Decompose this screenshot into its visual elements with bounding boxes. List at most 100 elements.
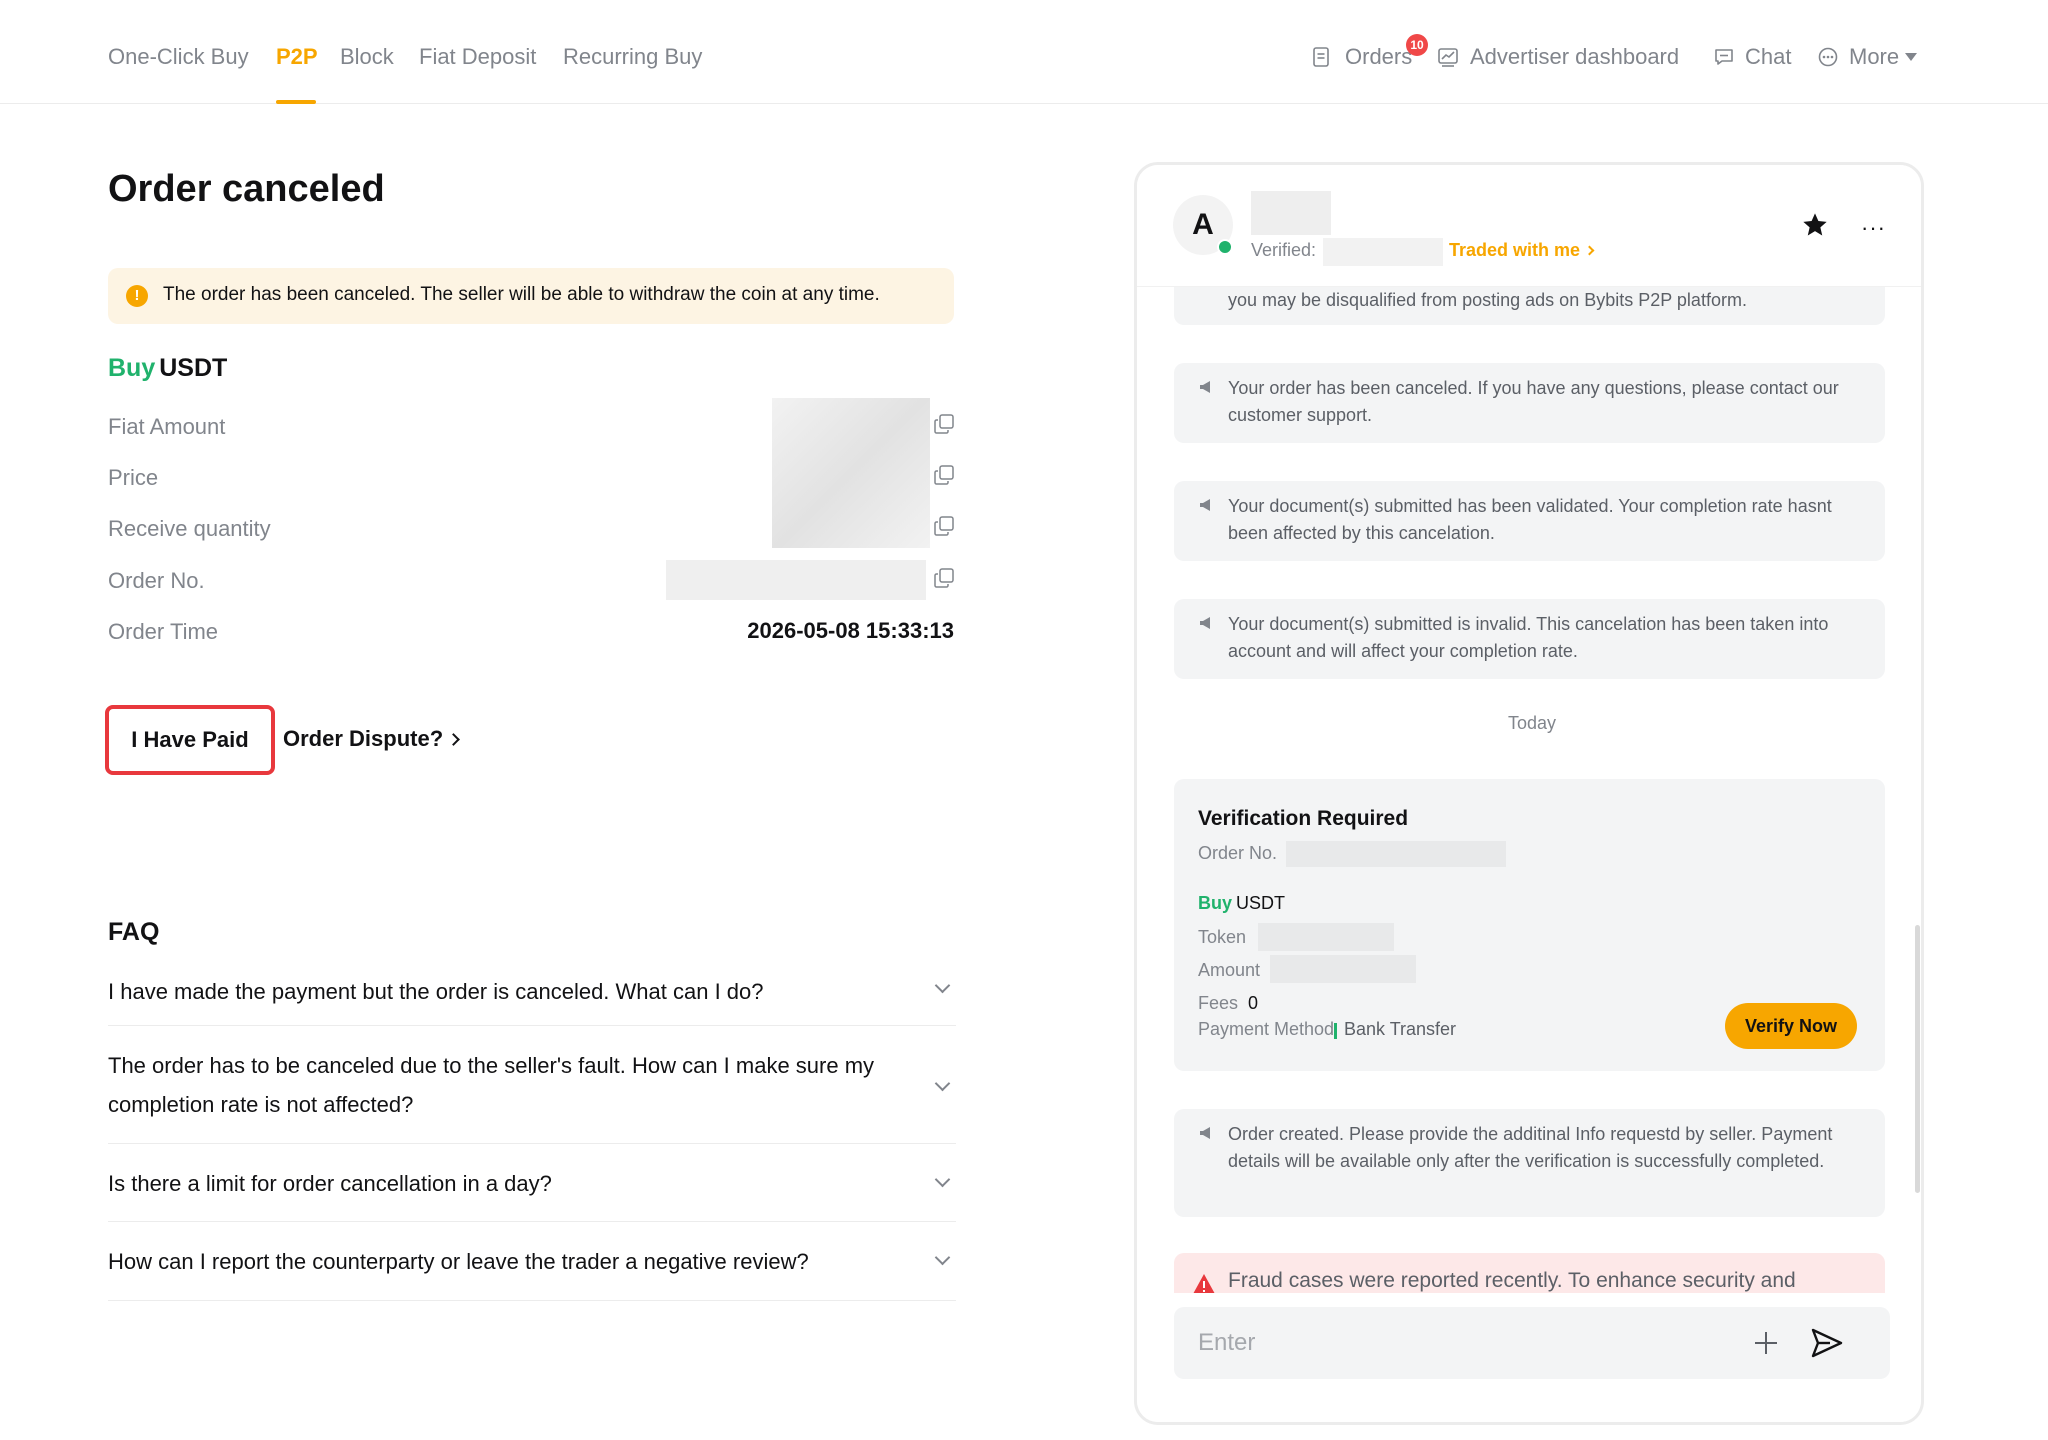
system-message: Your order has been canceled. If you hav… [1174, 363, 1885, 443]
copy-price-icon[interactable] [934, 465, 954, 485]
traded-with-me-link[interactable]: Traded with me [1449, 240, 1595, 261]
warning-triangle-icon [1193, 1274, 1215, 1294]
order-dispute-link[interactable]: Order Dispute? [283, 726, 461, 752]
page-title: Order canceled [108, 168, 385, 210]
redacted-card-order-no [1286, 841, 1506, 867]
order-dispute-label: Order Dispute? [283, 726, 444, 751]
tab-one-click-buy[interactable]: One-Click Buy [108, 44, 249, 70]
cancel-alert: ! The order has been canceled. The selle… [108, 268, 954, 324]
card-payment-method-label: Payment Method [1198, 1019, 1335, 1039]
copy-order-no-icon[interactable] [934, 568, 954, 588]
chat-panel: you may be disqualified from posting ads… [1134, 162, 1924, 1425]
card-fees-label: Fees [1198, 993, 1239, 1013]
orders-badge: 10 [1406, 34, 1428, 56]
fiat-amount-label: Fiat Amount [108, 414, 226, 439]
redacted-counterparty-name [1251, 191, 1331, 235]
chevron-right-icon [447, 733, 461, 746]
system-message-text: Your document(s) submitted has been vali… [1228, 496, 1832, 543]
redacted-order-no [666, 560, 926, 600]
order-side-heading: Buy USDT [108, 354, 227, 383]
order-time-label: Order Time [108, 619, 219, 644]
orders-link[interactable]: Orders [1345, 44, 1412, 70]
card-amount-label: Amount [1198, 960, 1261, 980]
tab-fiat-deposit[interactable]: Fiat Deposit [419, 44, 536, 70]
fraud-warning-text: Fraud cases were reported recently. To e… [1228, 1269, 1796, 1292]
redacted-card-amount [1270, 955, 1416, 983]
orders-icon [1313, 47, 1331, 67]
faq-question: The order has to be canceled due to the … [108, 1053, 875, 1117]
card-token-label: Token [1198, 927, 1247, 947]
faq-question: I have made the payment but the order is… [108, 979, 764, 1004]
online-status-dot [1217, 239, 1233, 255]
more-menu[interactable]: More [1849, 44, 1918, 70]
advertiser-dashboard-icon [1438, 47, 1458, 67]
system-message: Your document(s) submitted has been vali… [1174, 481, 1885, 561]
verify-now-button[interactable]: Verify Now [1725, 1003, 1857, 1049]
card-order-no-label: Order No. [1198, 843, 1278, 863]
chevron-down-icon [934, 1171, 951, 1188]
faq-item[interactable]: How can I report the counterparty or lea… [108, 1222, 956, 1301]
system-message-text: you may be disqualified from posting ads… [1228, 290, 1747, 310]
copy-receive-quantity-icon[interactable] [934, 516, 954, 536]
chat-icon [1714, 47, 1734, 67]
chevron-down-icon [934, 1249, 951, 1266]
order-no-label: Order No. [108, 568, 205, 593]
tab-block[interactable]: Block [340, 44, 394, 70]
warning-icon: ! [126, 285, 148, 307]
more-options-icon[interactable]: ··· [1861, 215, 1886, 241]
caret-down-icon [1905, 53, 1918, 61]
payment-method-marker [1334, 1023, 1337, 1039]
announcement-icon [1200, 381, 1210, 393]
i-have-paid-button[interactable]: I Have Paid [105, 705, 275, 775]
tab-recurring-buy[interactable]: Recurring Buy [563, 44, 702, 70]
chat-message-input[interactable] [1198, 1323, 1698, 1363]
system-message-text: Your order has been canceled. If you hav… [1228, 378, 1839, 425]
chat-header: A Verified: Traded with me ··· [1137, 165, 1921, 287]
faq-item[interactable]: Is there a limit for order cancellation … [108, 1144, 956, 1222]
chat-scrollbar[interactable] [1915, 925, 1920, 1193]
card-order-side: Buy USDT [1198, 893, 1285, 914]
order-asset: USDT [159, 354, 228, 382]
star-icon[interactable] [1801, 211, 1829, 239]
plus-icon[interactable] [1752, 1329, 1780, 1357]
chevron-down-icon [934, 977, 951, 994]
date-separator: Today [1507, 713, 1557, 733]
card-asset: USDT [1236, 893, 1286, 913]
verified-label: Verified: [1251, 240, 1317, 260]
card-side: Buy [1198, 893, 1233, 913]
faq-item[interactable]: The order has to be canceled due to the … [108, 1026, 956, 1144]
price-label: Price [108, 465, 159, 490]
alert-message: The order has been canceled. The seller … [163, 284, 880, 305]
card-fees-value: 0 [1248, 993, 1259, 1013]
more-icon [1818, 47, 1838, 67]
redacted-card-token [1258, 923, 1394, 951]
advertiser-dashboard-link[interactable]: Advertiser dashboard [1470, 44, 1679, 70]
announcement-icon [1200, 1127, 1210, 1139]
redacted-verified-value [1323, 238, 1443, 266]
faq-title: FAQ [108, 918, 160, 946]
receive-quantity-label: Receive quantity [108, 516, 271, 541]
system-message-text: Order created. Please provide the additi… [1228, 1124, 1833, 1171]
order-time-value: 2026-05-08 15:33:13 [747, 618, 954, 643]
card-payment-method-value: Bank Transfer [1344, 1019, 1457, 1039]
verification-card: Verification Required Order No. Buy USDT … [1174, 779, 1885, 1071]
tab-p2p[interactable]: P2P [276, 44, 318, 70]
traded-with-me-label: Traded with me [1449, 240, 1581, 260]
system-message: Your document(s) submitted is invalid. T… [1174, 599, 1885, 679]
top-navigation: One-Click Buy P2P Block Fiat Deposit Rec… [0, 0, 2048, 104]
copy-fiat-amount-icon[interactable] [934, 414, 954, 434]
more-label: More [1849, 44, 1900, 69]
announcement-icon [1200, 617, 1210, 629]
chevron-down-icon [934, 1075, 951, 1092]
chat-input-area [1137, 1293, 1921, 1422]
chat-input-box [1174, 1307, 1890, 1379]
send-icon[interactable] [1810, 1327, 1844, 1359]
order-side: Buy [108, 354, 156, 382]
announcement-icon [1200, 499, 1210, 511]
system-message-text: Your document(s) submitted is invalid. T… [1228, 614, 1829, 661]
faq-item[interactable]: I have made the payment but the order is… [108, 966, 956, 1026]
faq-question: Is there a limit for order cancellation … [108, 1171, 552, 1196]
chat-link[interactable]: Chat [1745, 44, 1791, 70]
system-message: Order created. Please provide the additi… [1174, 1109, 1885, 1217]
verification-title: Verification Required [1198, 807, 1409, 830]
